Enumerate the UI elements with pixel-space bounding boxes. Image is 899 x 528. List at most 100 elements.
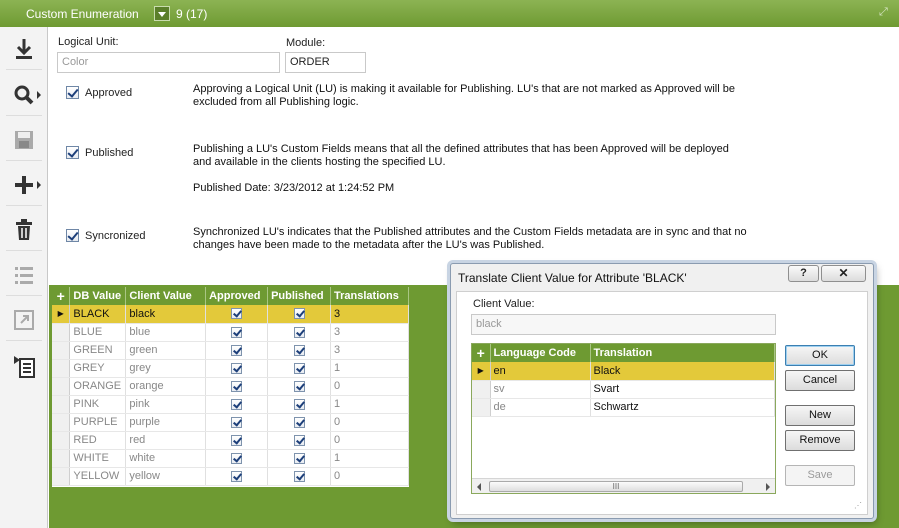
published-checkbox[interactable] <box>293 308 305 320</box>
db-value-cell[interactable]: BLUE <box>69 323 127 342</box>
close-button[interactable]: ✕ <box>821 265 866 282</box>
approved-checkbox[interactable] <box>231 452 243 464</box>
approved-cell[interactable] <box>205 413 269 432</box>
published-cell[interactable] <box>267 449 332 468</box>
translation-row[interactable]: de Schwartz <box>472 398 775 417</box>
delete-button[interactable] <box>7 214 41 246</box>
module-field[interactable]: ORDER <box>285 52 366 73</box>
published-cell[interactable] <box>267 431 332 450</box>
row-indicator[interactable] <box>472 398 491 417</box>
row-indicator[interactable] <box>52 341 71 360</box>
approved-checkbox[interactable] <box>231 398 243 410</box>
approved-cell[interactable] <box>205 377 269 396</box>
client-value-cell[interactable]: yellow <box>125 467 207 486</box>
table-row[interactable]: ORANGE orange 0 <box>52 377 409 396</box>
approved-cell[interactable] <box>205 431 269 450</box>
column-header-client-value[interactable]: Client Value <box>125 287 207 305</box>
approved-checkbox[interactable] <box>231 344 243 356</box>
approved-checkbox[interactable] <box>231 416 243 428</box>
published-checkbox[interactable] <box>293 416 305 428</box>
client-value-field[interactable]: black <box>471 314 776 335</box>
list-button[interactable] <box>7 259 41 291</box>
published-cell[interactable] <box>267 467 332 486</box>
approved-checkbox[interactable] <box>231 380 243 392</box>
translation-add-row-button[interactable]: + <box>472 344 491 362</box>
translation-cell[interactable]: Svart <box>590 380 775 399</box>
translations-cell[interactable]: 3 <box>330 305 409 324</box>
resize-grip-icon[interactable]: ⋰ <box>854 501 864 511</box>
row-indicator[interactable] <box>472 380 491 399</box>
save-button[interactable]: Save <box>785 465 855 486</box>
published-cell[interactable] <box>267 323 332 342</box>
translations-cell[interactable]: 0 <box>330 431 409 450</box>
row-indicator[interactable] <box>52 449 71 468</box>
row-indicator[interactable] <box>52 467 71 486</box>
scroll-left-icon[interactable] <box>477 483 481 491</box>
approved-cell[interactable] <box>205 323 269 342</box>
horizontal-scrollbar[interactable]: III <box>472 478 775 493</box>
detail-button[interactable] <box>7 350 41 382</box>
table-row[interactable]: RED red 0 <box>52 431 409 450</box>
approved-checkbox[interactable] <box>66 86 79 99</box>
table-row[interactable]: GREEN green 3 <box>52 341 409 360</box>
table-row[interactable]: GREY grey 1 <box>52 359 409 378</box>
published-checkbox[interactable] <box>293 398 305 410</box>
help-button[interactable]: ? <box>788 265 819 282</box>
record-dropdown-button[interactable] <box>154 6 170 21</box>
published-checkbox[interactable] <box>293 470 305 482</box>
client-value-cell[interactable]: red <box>125 431 207 450</box>
published-checkbox[interactable] <box>293 434 305 446</box>
published-cell[interactable] <box>267 413 332 432</box>
column-header-approved[interactable]: Approved <box>205 287 269 305</box>
row-indicator[interactable] <box>52 323 71 342</box>
resize-icon[interactable]: ⤢ <box>879 6 892 19</box>
translations-cell[interactable]: 1 <box>330 359 409 378</box>
approved-cell[interactable] <box>205 341 269 360</box>
translations-cell[interactable]: 3 <box>330 323 409 342</box>
table-row[interactable]: ▶ BLACK black 3 <box>52 305 409 324</box>
published-checkbox[interactable] <box>293 326 305 338</box>
approved-cell[interactable] <box>205 305 269 324</box>
column-header-translation[interactable]: Translation <box>590 344 775 362</box>
new-button[interactable]: New <box>785 405 855 426</box>
approved-cell[interactable] <box>205 449 269 468</box>
translations-cell[interactable]: 0 <box>330 467 409 486</box>
table-row[interactable]: BLUE blue 3 <box>52 323 409 342</box>
translations-cell[interactable]: 0 <box>330 377 409 396</box>
client-value-cell[interactable]: blue <box>125 323 207 342</box>
approved-checkbox[interactable] <box>231 434 243 446</box>
download-button[interactable] <box>7 33 41 65</box>
db-value-cell[interactable]: ORANGE <box>69 377 127 396</box>
approved-checkbox[interactable] <box>231 308 243 320</box>
db-value-cell[interactable]: BLACK <box>69 305 127 324</box>
scroll-right-icon[interactable] <box>766 483 770 491</box>
translations-cell[interactable]: 3 <box>330 341 409 360</box>
approved-cell[interactable] <box>205 395 269 414</box>
row-indicator[interactable] <box>52 413 71 432</box>
language-code-cell[interactable]: sv <box>490 380 591 399</box>
table-row[interactable]: PURPLE purple 0 <box>52 413 409 432</box>
column-header-db-value[interactable]: DB Value <box>69 287 127 305</box>
approved-checkbox[interactable] <box>231 326 243 338</box>
translations-cell[interactable]: 1 <box>330 395 409 414</box>
row-indicator[interactable] <box>52 431 71 450</box>
language-code-cell[interactable]: en <box>490 362 591 381</box>
row-indicator[interactable] <box>52 395 71 414</box>
translation-cell[interactable]: Black <box>590 362 775 381</box>
published-cell[interactable] <box>267 395 332 414</box>
translations-cell[interactable]: 1 <box>330 449 409 468</box>
published-checkbox[interactable] <box>293 362 305 374</box>
table-row[interactable]: PINK pink 1 <box>52 395 409 414</box>
row-indicator[interactable]: ▶ <box>52 305 71 324</box>
ok-button[interactable]: OK <box>785 345 855 366</box>
add-button[interactable] <box>7 169 41 201</box>
translation-row[interactable]: sv Svart <box>472 380 775 399</box>
column-header-translations[interactable]: Translations <box>330 287 409 305</box>
db-value-cell[interactable]: PURPLE <box>69 413 127 432</box>
synchronized-checkbox[interactable] <box>66 229 79 242</box>
language-code-cell[interactable]: de <box>490 398 591 417</box>
logical-unit-field[interactable]: Color <box>57 52 280 73</box>
translation-row[interactable]: ▶ en Black <box>472 362 775 381</box>
translations-cell[interactable]: 0 <box>330 413 409 432</box>
approved-cell[interactable] <box>205 359 269 378</box>
